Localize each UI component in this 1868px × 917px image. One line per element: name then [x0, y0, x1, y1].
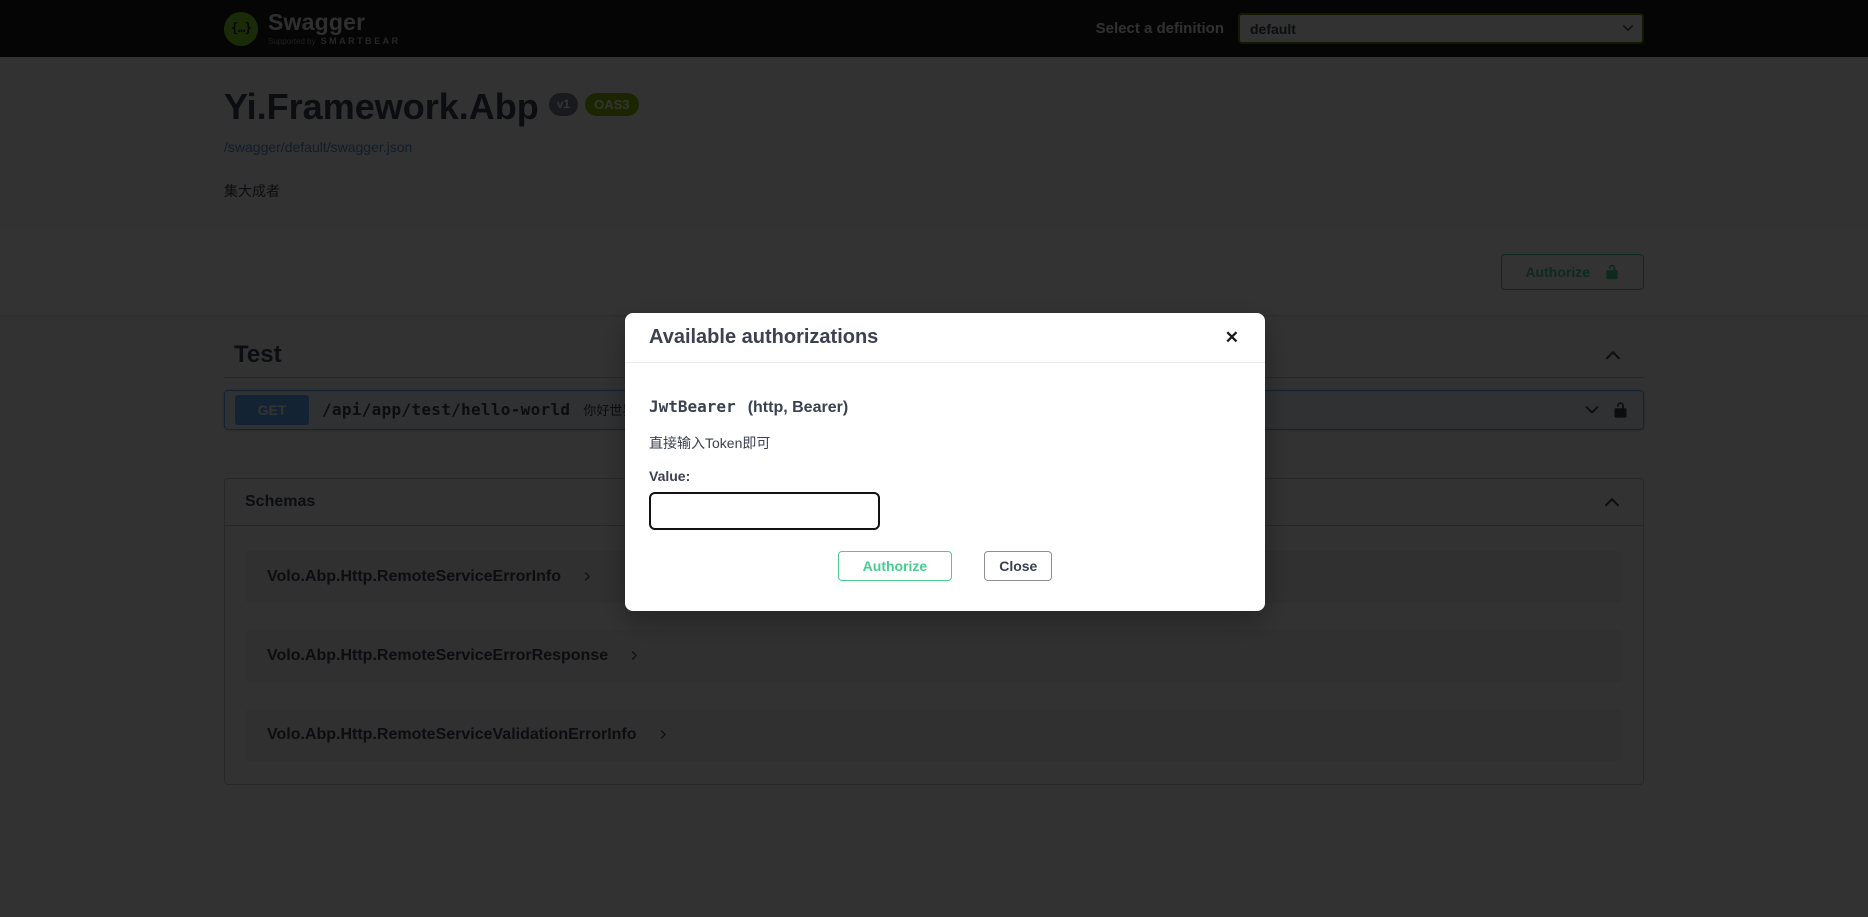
scheme-type: (http, Bearer) [748, 399, 848, 417]
modal-close-button[interactable]: Close [984, 551, 1052, 581]
scheme-name: JwtBearer [649, 397, 736, 416]
modal-close-icon[interactable]: ✕ [1223, 327, 1241, 348]
value-label: Value: [649, 468, 1241, 484]
modal-title: Available authorizations [649, 326, 878, 349]
modal-authorize-button[interactable]: Authorize [838, 551, 953, 581]
scheme-description: 直接输入Token即可 [649, 433, 1241, 453]
auth-modal: Available authorizations ✕ JwtBearer (ht… [625, 313, 1265, 611]
token-input[interactable] [649, 492, 880, 530]
